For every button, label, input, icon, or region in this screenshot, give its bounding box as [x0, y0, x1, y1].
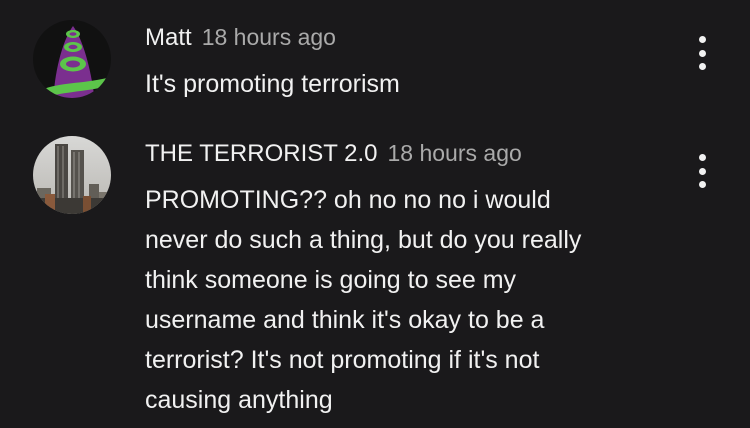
comment-header: Matt 18 hours ago [145, 22, 336, 56]
avatar[interactable] [33, 136, 111, 214]
more-vert-icon [698, 63, 706, 70]
avatar[interactable] [33, 20, 111, 98]
comment-text: It's promoting terrorism [145, 70, 400, 98]
comment-item: THE TERRORIST 2.0 18 hours ago PROMOTING?… [0, 120, 750, 428]
more-vert-icon [698, 154, 706, 161]
more-vert-icon [698, 36, 706, 43]
comment-author[interactable]: THE TERRORIST 2.0 [145, 140, 378, 167]
twin-towers-icon [33, 136, 111, 214]
more-vert-icon [698, 181, 706, 188]
comment-header: THE TERRORIST 2.0 18 hours ago [145, 138, 522, 172]
comment-author[interactable]: Matt [145, 24, 192, 51]
comment-item: Matt 18 hours ago It's promoting terroris… [0, 0, 750, 120]
more-options-button[interactable] [690, 154, 714, 188]
more-options-button[interactable] [690, 36, 714, 70]
comment-timestamp[interactable]: 18 hours ago [388, 140, 522, 166]
comment-text: PROMOTING?? oh no no no i would never do… [145, 186, 582, 414]
more-vert-icon [698, 49, 706, 57]
more-vert-icon [698, 167, 706, 175]
purple-tentacle-icon [33, 20, 111, 98]
comment-timestamp[interactable]: 18 hours ago [202, 24, 336, 50]
